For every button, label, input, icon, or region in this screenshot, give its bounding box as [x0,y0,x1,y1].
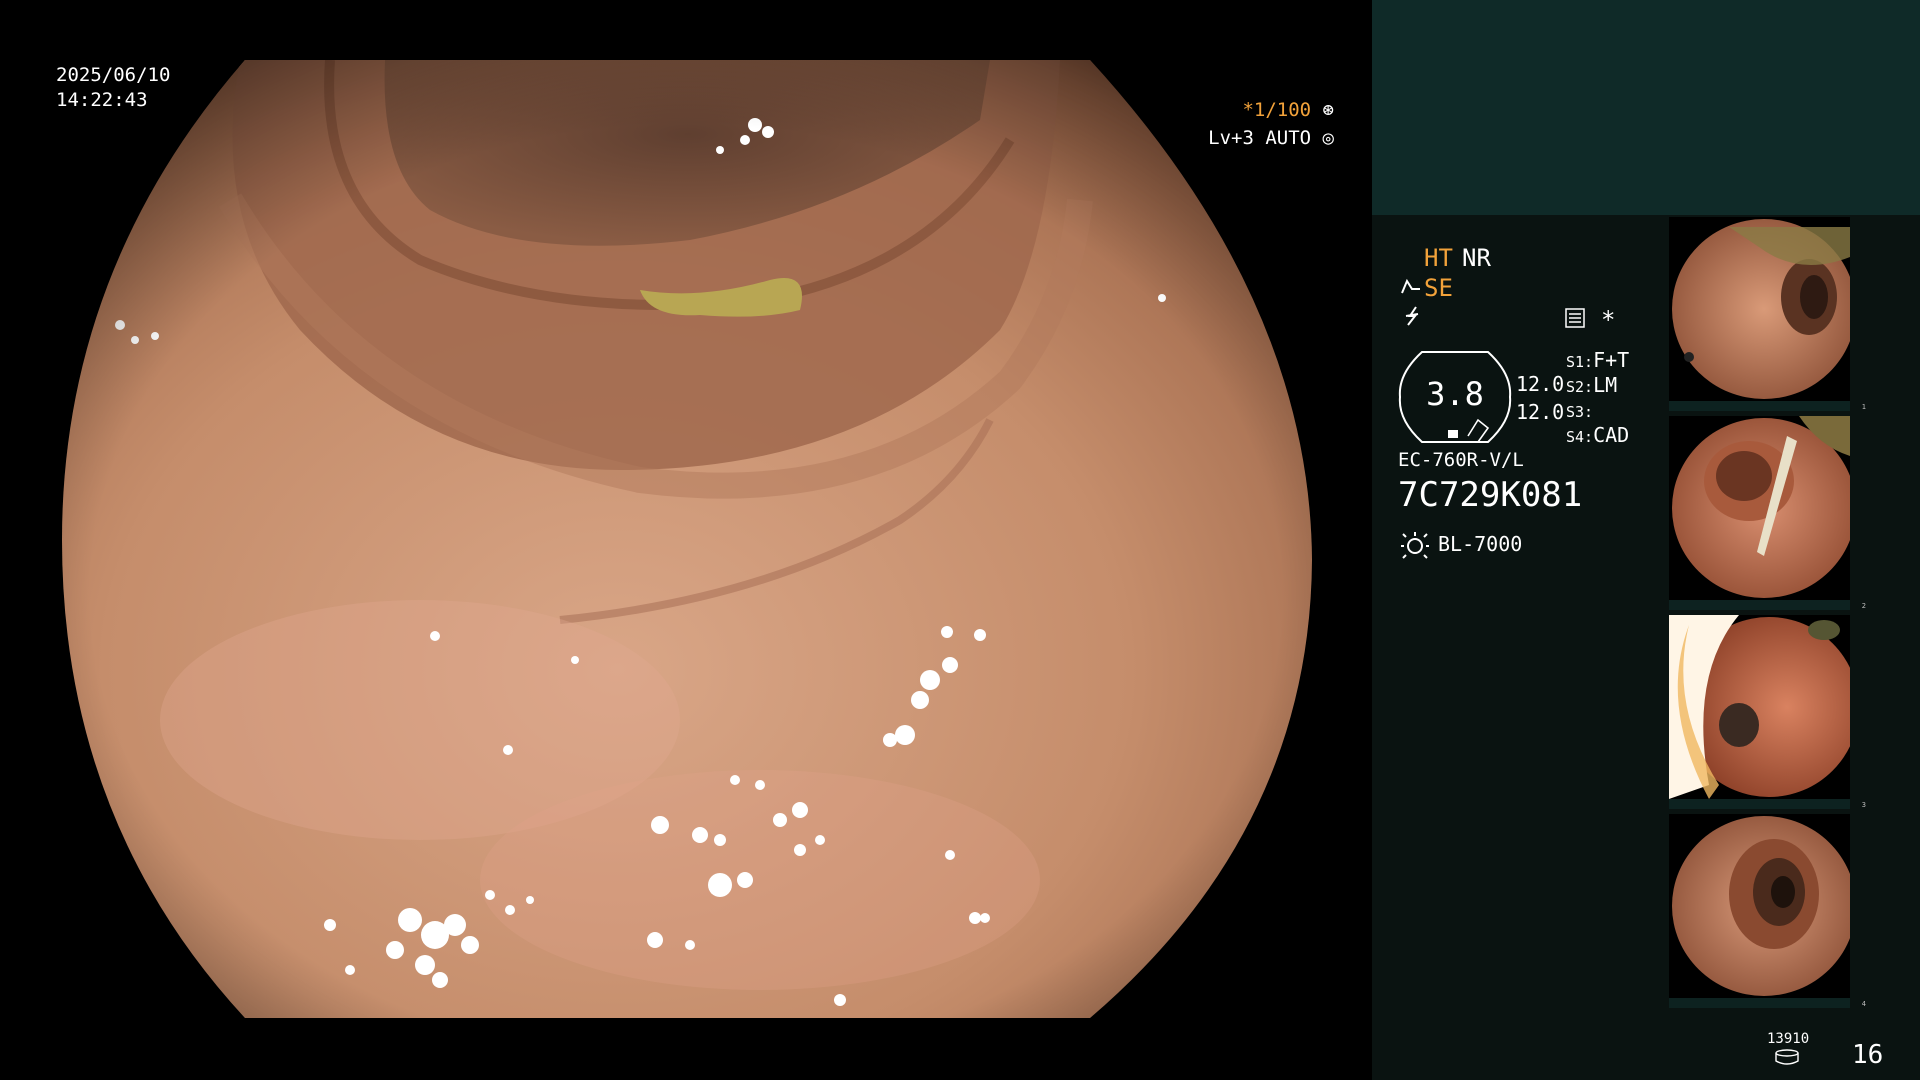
image-counter: 13910 [1767,1031,1810,1047]
slot-value: F+T [1593,348,1630,372]
iris-mode-label: Lv+3 AUTO ◎ [1208,127,1334,149]
captured-image-thumbnail[interactable] [1669,217,1850,401]
shutter-speed-value: *1/100 [1242,99,1312,121]
thumbnail-image [1669,615,1850,799]
thumbnail-caption-bar [1669,401,1850,411]
gauge-value: 3.8 [1426,375,1484,413]
captured-image-thumbnail[interactable] [1669,416,1850,600]
switch-slot-3: S3: [1566,398,1593,422]
slot-key: S3: [1566,403,1594,421]
light-source-icon [1401,532,1429,559]
slot-key: S1: [1566,353,1594,371]
se-indicator: SE [1424,274,1453,302]
thumbnail-index: 1 [1861,403,1866,411]
switch-slot-2: S2:LM [1566,373,1617,397]
gauge-reading-2: 12.0 [1516,400,1565,424]
scope-model: EC-760R-V/L [1398,449,1524,471]
slot-value: LM [1593,373,1618,397]
captured-image-thumbnail[interactable] [1669,615,1850,799]
flash-icon [1405,306,1419,326]
scope-hook-icon [1401,278,1420,294]
thumbnail-image [1672,816,1850,996]
endoscope-view: 2025/06/10 14:22:43 *1/100 ⊛ Lv+3 AUTO ◎ [0,0,1372,1080]
iris-mode-value: Lv+3 AUTO [1208,127,1312,149]
thumbnail-image [1672,219,1850,399]
time-label: 14:22:43 [56,89,148,111]
disk-icon [1775,1049,1799,1065]
ht-indicator: HT [1424,244,1453,272]
thumbnail-index: 3 [1861,801,1866,809]
thumbnail-caption-bar [1669,998,1850,1008]
asterisk-indicator: * [1601,306,1616,334]
shutter-speed-label: *1/100 ⊛ [1242,99,1334,121]
endoscopic-image [62,60,1312,1018]
switch-slot-1: S1:F+T [1566,348,1629,372]
nr-indicator: NR [1462,244,1491,272]
scope-serial: 7C729K081 [1398,475,1583,515]
iris-icon: ◎ [1322,127,1334,149]
switch-slot-4: S4:CAD [1566,423,1629,447]
thumbnail-image [1672,416,1850,598]
status-panel: HT NR SE * 3.8 12.0 12.0 S1:F+T S2:LM S3… [1372,0,1920,1080]
panel-header-area [1372,0,1920,215]
slot-key: S4: [1566,428,1594,446]
thumbnail-caption-bar [1669,600,1850,610]
thumbnail-index: 4 [1861,1000,1866,1008]
date-label: 2025/06/10 [56,64,171,86]
shutter-icon: ⊛ [1322,99,1334,121]
light-source-model: BL-7000 [1438,532,1523,556]
thumbnail-index: 2 [1861,602,1866,610]
captured-image-thumbnail[interactable] [1669,814,1850,998]
slot-value: CAD [1593,423,1630,447]
gauge-reading-1: 12.0 [1516,372,1565,396]
settings-icon [1565,308,1585,328]
slot-key: S2: [1566,378,1594,396]
page-number: 16 [1852,1040,1884,1070]
thumbnail-caption-bar [1669,799,1850,809]
